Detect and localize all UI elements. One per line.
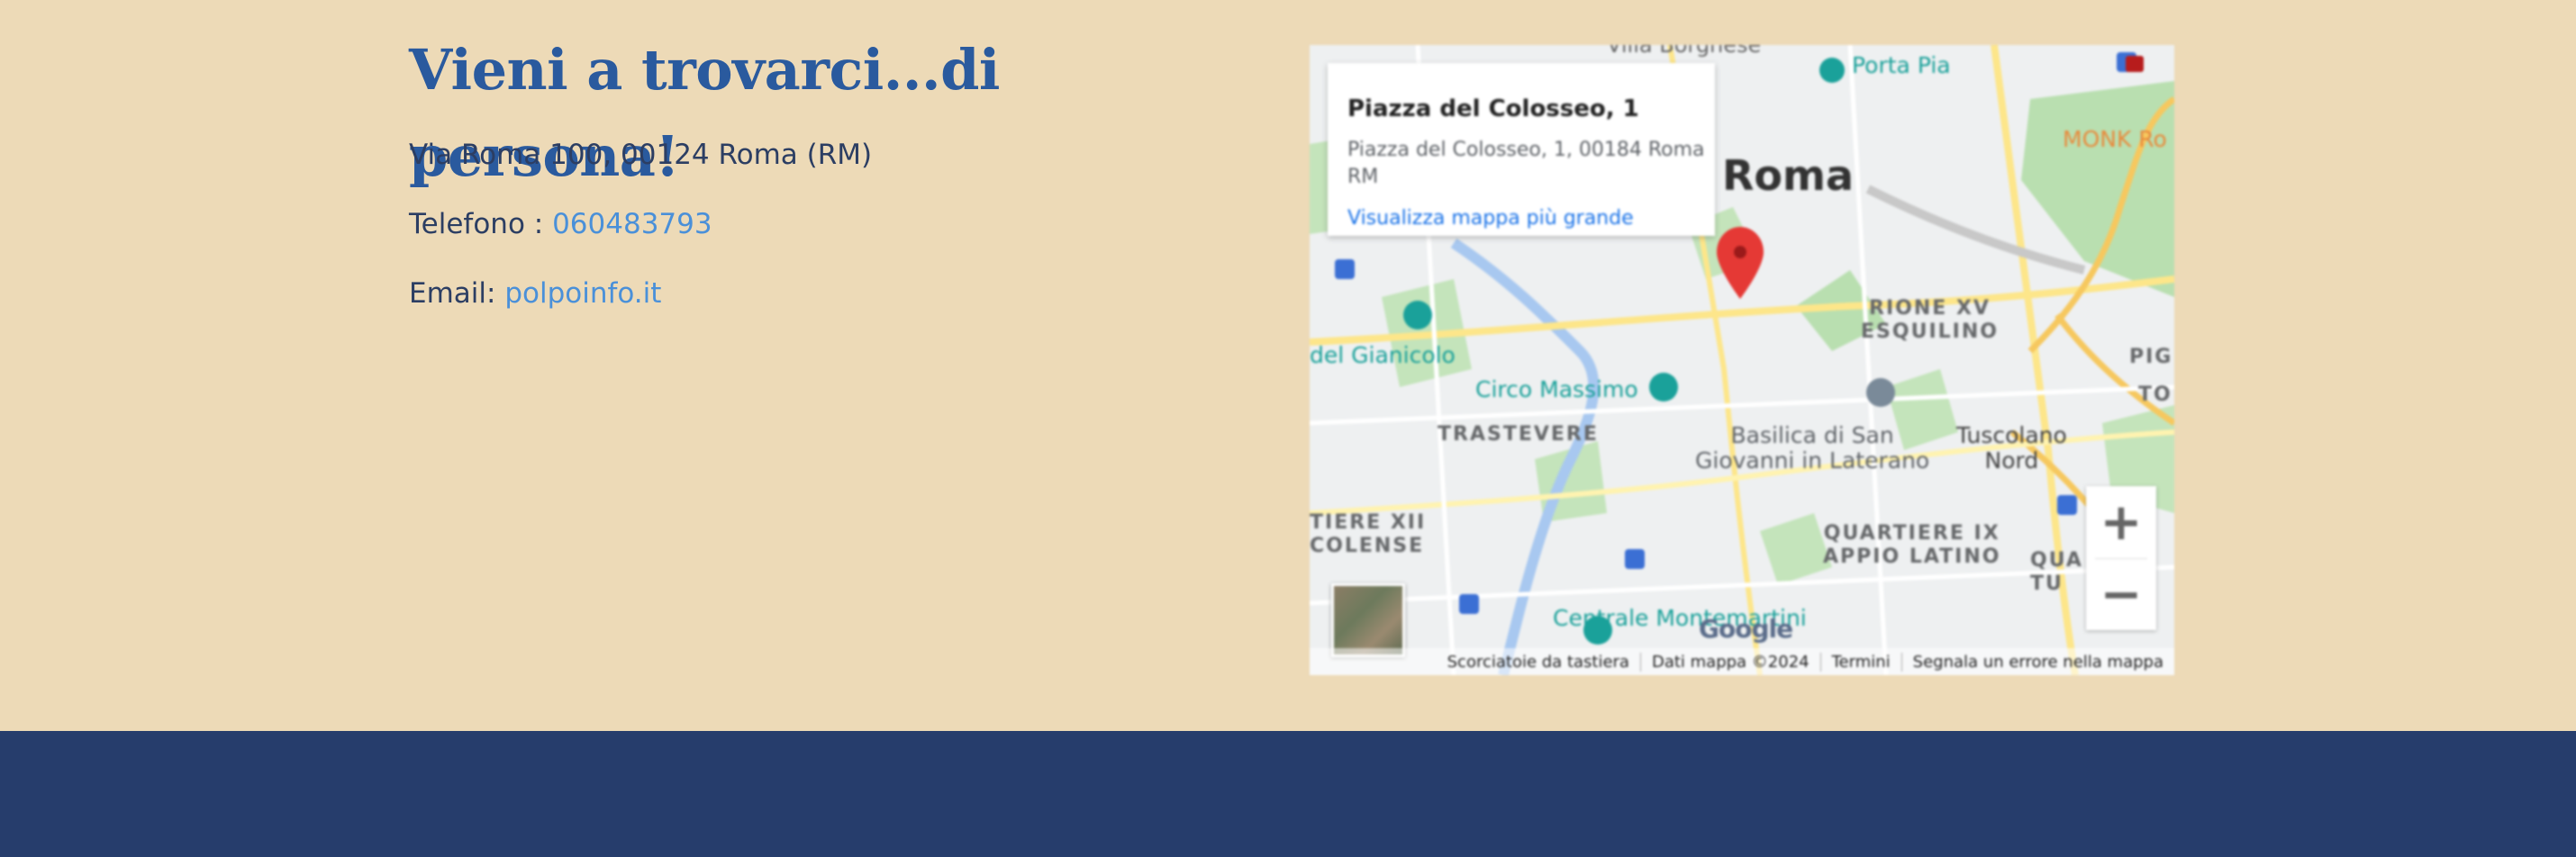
label-monk: MONK Ro bbox=[2063, 126, 2167, 152]
keyboard-shortcuts-link[interactable]: Scorciatoie da tastiera bbox=[1437, 653, 1640, 672]
zoom-out-button[interactable]: − bbox=[2086, 558, 2156, 630]
contact-section: Vieni a trovarci...di persona! Via Roma … bbox=[409, 27, 1220, 310]
map-info-card: Piazza del Colosseo, 1 Piazza del Coloss… bbox=[1328, 63, 1715, 236]
footer bbox=[0, 731, 2576, 857]
map-data-text: Dati mappa ©2024 bbox=[1639, 652, 1820, 672]
embedded-map[interactable]: Villa Borghese Porta Pia Roma MONK Ro RI… bbox=[1310, 45, 2174, 675]
label-roma: Roma bbox=[1722, 151, 1854, 200]
label-quartiere-ix: QUARTIERE IX APPIO LATINO bbox=[1823, 522, 2001, 568]
card-address: Piazza del Colosseo, 1, 00184 Roma RM bbox=[1347, 139, 1705, 188]
label-villa-borghese: Villa Borghese bbox=[1607, 45, 1762, 58]
label-qua: QUA TU bbox=[2030, 549, 2083, 595]
label-trastevere: TRASTEVERE bbox=[1438, 423, 1599, 446]
report-error-link[interactable]: Segnala un errore nella mappa bbox=[1900, 652, 2174, 672]
terms-link[interactable]: Termini bbox=[1819, 652, 1901, 672]
location-pin-icon bbox=[1717, 227, 1764, 299]
label-porta-pia: Porta Pia bbox=[1852, 52, 1951, 78]
zoom-in-button[interactable]: + bbox=[2086, 486, 2156, 558]
card-title: Piazza del Colosseo, 1 bbox=[1347, 95, 1639, 122]
map-attribution: Scorciatoie da tastiera Dati mappa ©2024… bbox=[1310, 648, 2174, 675]
address-text: Via Roma 100, 00124 Roma (RM) bbox=[409, 139, 873, 171]
email-link[interactable]: polpoinfo.it bbox=[504, 277, 661, 310]
google-logo: Google bbox=[1699, 614, 1793, 644]
label-tuscolano: Tuscolano Nord bbox=[1956, 422, 2067, 474]
email-line: Email: polpoinfo.it bbox=[409, 277, 661, 310]
label-circo-massimo: Circo Massimo bbox=[1475, 376, 1638, 402]
satellite-toggle[interactable] bbox=[1331, 583, 1405, 657]
label-pign: PIGN bbox=[2129, 346, 2174, 368]
label-to: TO bbox=[2138, 383, 2172, 406]
label-rione-xv: RIONE XV ESQUILINO bbox=[1861, 297, 1999, 343]
phone-link[interactable]: 060483793 bbox=[552, 208, 712, 240]
label-quartiere-xii: TIERE XII COLENSE bbox=[1310, 511, 1427, 557]
label-basilica: Basilica di San Giovanni in Laterano bbox=[1695, 422, 1930, 474]
email-label: Email: bbox=[409, 277, 505, 310]
page-title: Vieni a trovarci...di persona! bbox=[409, 37, 1000, 189]
label-gianicolo: del Gianicolo bbox=[1310, 342, 1456, 368]
phone-line: Telefono : 060483793 bbox=[409, 208, 712, 240]
zoom-controls: + − bbox=[2086, 486, 2156, 630]
phone-label: Telefono : bbox=[409, 208, 553, 240]
view-larger-map-link[interactable]: Visualizza mappa più grande bbox=[1347, 207, 1634, 230]
